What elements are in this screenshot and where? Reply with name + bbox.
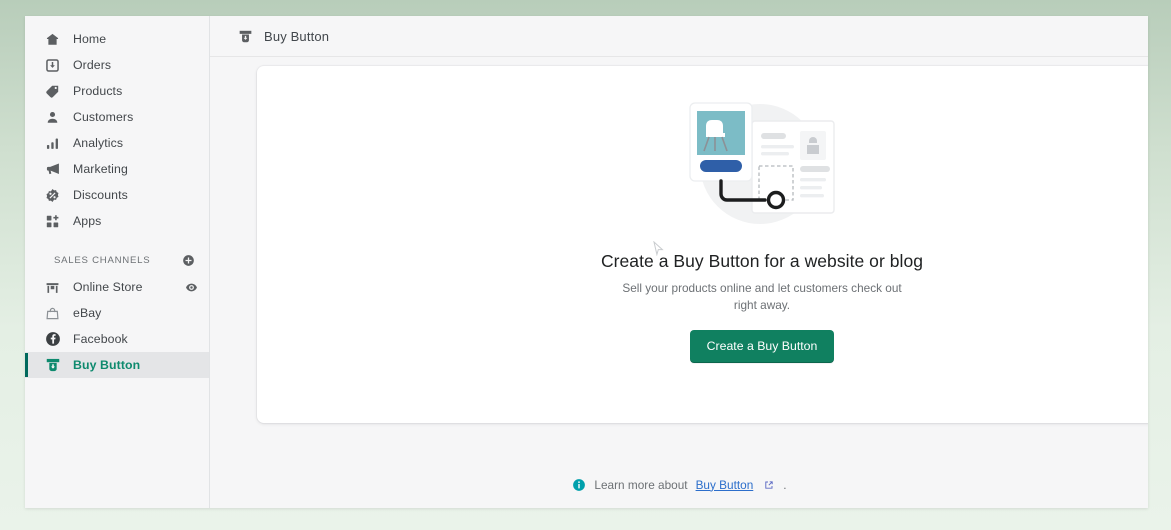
sidebar-item-orders[interactable]: Orders xyxy=(25,52,209,78)
sidebar-item-marketing[interactable]: Marketing xyxy=(25,156,209,182)
sidebar-item-label: Analytics xyxy=(73,136,124,150)
customers-person-icon xyxy=(43,108,62,127)
sidebar-item-online-store[interactable]: Online Store xyxy=(25,274,209,300)
sales-channels-nav: Online Store eBay Facebook Buy Button xyxy=(25,272,209,378)
online-store-icon xyxy=(43,278,62,297)
learn-more-period: . xyxy=(783,477,787,492)
buy-button-help-link[interactable]: Buy Button xyxy=(696,478,754,492)
sidebar-item-products[interactable]: Products xyxy=(25,78,209,104)
primary-nav: Home Orders Products Customers Analytics… xyxy=(25,16,209,234)
page-content: Create a Buy Button for a website or blo… xyxy=(210,57,1148,508)
sidebar-item-label: eBay xyxy=(73,306,102,320)
external-link-icon[interactable] xyxy=(764,480,774,490)
buy-button-icon xyxy=(237,28,254,45)
create-buy-button-button[interactable]: Create a Buy Button xyxy=(689,330,835,363)
eye-view-icon xyxy=(186,283,197,291)
sidebar-item-label: Orders xyxy=(73,58,112,72)
marketing-megaphone-icon xyxy=(43,160,62,179)
apps-grid-plus-icon xyxy=(43,212,62,231)
sidebar-item-label: Online Store xyxy=(73,280,143,294)
sidebar-item-label: Buy Button xyxy=(73,358,141,372)
buy-button-icon xyxy=(43,356,62,375)
add-circle-icon xyxy=(183,254,194,266)
sidebar-item-analytics[interactable]: Analytics xyxy=(25,130,209,156)
preview-store-button[interactable] xyxy=(185,281,198,294)
sidebar: Home Orders Products Customers Analytics… xyxy=(25,16,210,508)
facebook-icon xyxy=(43,330,62,349)
learn-more-text: Learn more about xyxy=(594,477,688,492)
sidebar-item-label: Home xyxy=(73,32,107,46)
main-area: Buy Button Create a Buy Button for a web… xyxy=(210,16,1148,508)
orders-inbox-icon xyxy=(43,56,62,75)
sidebar-item-label: Marketing xyxy=(73,162,128,176)
empty-state-subtitle: Sell your products online and let custom… xyxy=(622,281,902,312)
buy-button-embed-illustration xyxy=(660,88,865,238)
sidebar-item-home[interactable]: Home xyxy=(25,26,209,52)
home-icon xyxy=(43,30,62,49)
info-circle-icon xyxy=(571,477,586,492)
empty-state-card: Create a Buy Button for a website or blo… xyxy=(257,66,1148,423)
products-tag-icon xyxy=(43,82,62,101)
sidebar-item-ebay[interactable]: eBay xyxy=(25,300,209,326)
sidebar-item-customers[interactable]: Customers xyxy=(25,104,209,130)
sidebar-item-label: Customers xyxy=(73,110,134,124)
add-sales-channel-button[interactable] xyxy=(182,254,195,267)
sidebar-item-label: Discounts xyxy=(73,188,128,202)
page-title: Buy Button xyxy=(264,28,330,44)
sidebar-item-discounts[interactable]: Discounts xyxy=(25,182,209,208)
sidebar-item-buy-button[interactable]: Buy Button xyxy=(25,352,209,378)
sidebar-item-label: Facebook xyxy=(73,332,128,346)
discounts-percent-icon xyxy=(43,186,62,205)
app-window: Home Orders Products Customers Analytics… xyxy=(25,16,1148,508)
empty-state-title: Create a Buy Button for a website or blo… xyxy=(600,251,924,271)
sidebar-item-label: Products xyxy=(73,84,123,98)
page-header: Buy Button xyxy=(210,16,1148,57)
sales-channels-title: SALES CHANNELS xyxy=(54,254,151,266)
sales-channels-header: SALES CHANNELS xyxy=(25,248,209,272)
learn-more-note: Learn more about Buy Button . xyxy=(210,477,1148,492)
analytics-bar-chart-icon xyxy=(43,134,62,153)
sidebar-item-label: Apps xyxy=(73,214,102,228)
sidebar-item-facebook[interactable]: Facebook xyxy=(25,326,209,352)
sidebar-item-apps[interactable]: Apps xyxy=(25,208,209,234)
ebay-bag-icon xyxy=(43,304,62,323)
